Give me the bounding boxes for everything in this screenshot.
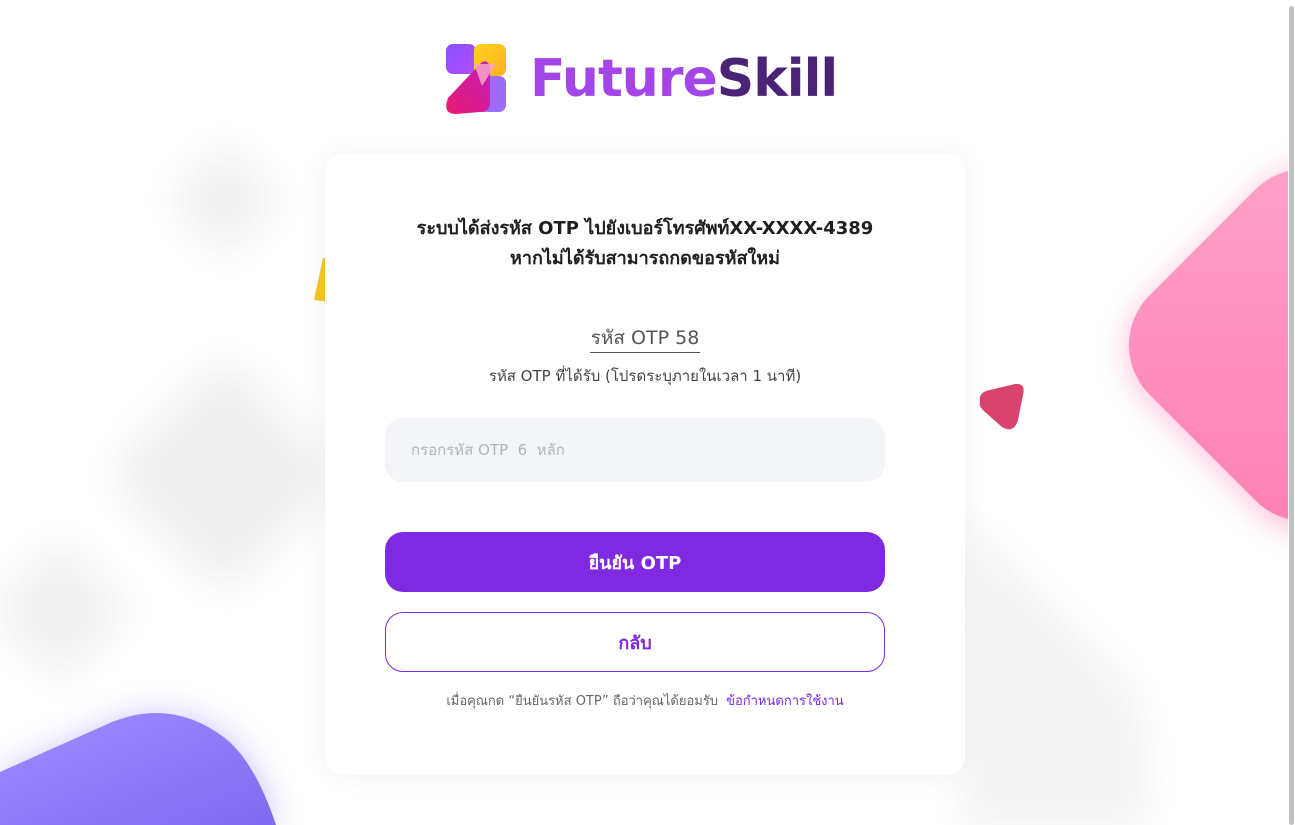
otp-input-hint: รหัส OTP ที่ได้รับ (โปรดระบุภายในเวลา 1 … (488, 367, 802, 385)
otp-sent-message: ระบบได้ส่งรหัส OTP ไปยังเบอร์โทรศัพท์XX-… (325, 214, 965, 274)
futureskill-logo[interactable]: FutureSkill (440, 42, 839, 116)
otp-page: FutureSkill ระบบได้ส่งรหัส OTP ไปยังเบอร… (0, 0, 1295, 825)
brand-name-part1: Future (530, 49, 718, 109)
page-scrollbar-thumb[interactable] (1289, 6, 1294, 825)
otp-sent-message-line1: ระบบได้ส่งรหัส OTP ไปยังเบอร์โทรศัพท์XX-… (416, 218, 874, 239)
terms-of-use-link[interactable]: ข้อกำหนดการใช้งาน (726, 694, 844, 709)
terms-notice: เมื่อคุณกด “ยืนยันรหัส OTP” ถือว่าคุณได้… (325, 692, 965, 712)
otp-reference: รหัส OTP 58 (325, 326, 965, 353)
terms-notice-text: เมื่อคุณกด “ยืนยันรหัส OTP” ถือว่าคุณได้… (446, 694, 719, 709)
otp-sent-message-line2: หากไม่ได้รับสามารถกดขอรหัสใหม่ (510, 248, 780, 269)
brand-name-part2: Skill (716, 49, 839, 109)
otp-input[interactable] (385, 418, 885, 482)
brand-name: FutureSkill (530, 49, 839, 109)
otp-reference-text: รหัส OTP 58 (589, 326, 701, 353)
page-scrollbar[interactable] (1288, 0, 1295, 825)
futureskill-logo-icon (446, 44, 506, 114)
confirm-otp-button[interactable]: ยืนยัน OTP (385, 532, 885, 592)
otp-card: ระบบได้ส่งรหัส OTP ไปยังเบอร์โทรศัพท์XX-… (325, 154, 965, 775)
back-button[interactable]: กลับ (385, 612, 885, 672)
